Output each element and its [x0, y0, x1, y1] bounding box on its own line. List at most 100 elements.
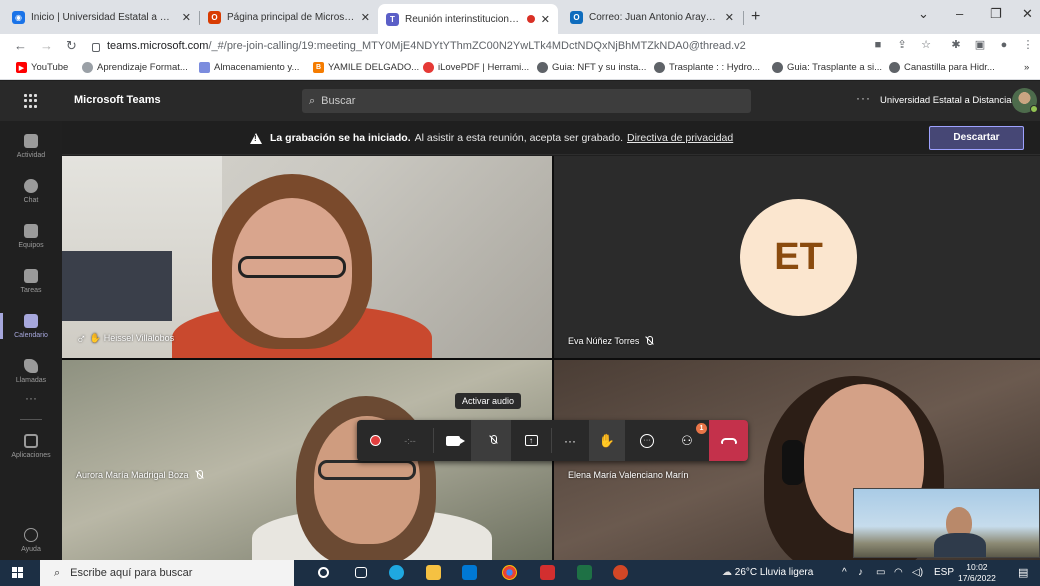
camera-icon — [446, 435, 465, 446]
rail-more-button[interactable]: ··· — [0, 373, 62, 423]
tab-correo[interactable]: O Correo: Juan Antonio Araya Sala ✕ — [562, 5, 742, 30]
search-input[interactable]: ⌕ Buscar — [302, 89, 751, 113]
bookmark-youtube[interactable]: ▶ YouTube — [16, 62, 68, 73]
bookmark-canastilla[interactable]: Canastilla para Hidr... — [889, 62, 995, 73]
headset — [782, 440, 804, 485]
notifications-icon[interactable]: ▤ — [1018, 566, 1028, 579]
close-tab-icon[interactable]: ✕ — [361, 11, 370, 24]
rail-item-actividad[interactable]: Actividad — [0, 121, 62, 171]
edge-icon[interactable] — [389, 565, 404, 580]
new-tab-button[interactable]: + — [751, 8, 760, 26]
chat-icon — [24, 178, 38, 193]
apps-icon — [24, 433, 38, 448]
share-screen-button[interactable]: ↑ — [513, 420, 549, 461]
bookmark-label: YouTube — [31, 62, 69, 73]
bookmarks-bar: ▶ YouTube Aprendizaje Format... Almacenam… — [0, 58, 1040, 80]
pdf-reader-icon[interactable] — [540, 565, 555, 580]
bookmark-nft[interactable]: Guia: NFT y su insta... — [537, 62, 646, 73]
share-icon[interactable]: ⇪ — [896, 39, 908, 51]
chat-button[interactable]: ··· — [629, 420, 665, 461]
more-actions-button[interactable]: ··· — [553, 420, 587, 461]
mail-icon[interactable] — [462, 565, 477, 580]
profile-icon[interactable]: ● — [998, 39, 1010, 51]
excel-icon[interactable] — [577, 565, 592, 580]
menu-dots-icon[interactable]: ⋮ — [1022, 39, 1034, 51]
forward-arrow-icon[interactable]: → — [40, 38, 53, 53]
avatar[interactable] — [1012, 88, 1038, 113]
taskbar-search-input[interactable]: ⌕ Escribe aquí para buscar — [40, 560, 294, 586]
more-bookmarks-button[interactable]: » — [1024, 62, 1029, 73]
rail-label: Ayuda — [21, 545, 41, 553]
record-icon — [369, 435, 381, 446]
chrome-icon[interactable] — [502, 565, 517, 580]
rail-item-tareas[interactable]: Tareas — [0, 256, 62, 306]
restore-button[interactable]: ❐ — [990, 6, 1002, 22]
avatar-initials: ET — [774, 236, 823, 278]
participant-name: Eva Núñez Torres — [568, 336, 640, 346]
organization-name[interactable]: Universidad Estatal a Distancia — [880, 95, 1011, 106]
side-panel-icon[interactable]: ▣ — [974, 39, 986, 51]
tab-office[interactable]: O Página principal de Microsoft Off ✕ — [200, 5, 378, 30]
windows-start-icon[interactable] — [12, 567, 23, 578]
self-video-preview[interactable] — [853, 488, 1040, 558]
close-tab-icon[interactable]: ✕ — [182, 11, 191, 24]
bookmark-star-icon[interactable]: ☆ — [920, 39, 932, 51]
network-icon[interactable]: ▭ — [876, 567, 885, 578]
tab-reunion[interactable]: T Reunión interinstitucional U ✕ — [378, 4, 558, 34]
teams-icon: T — [386, 12, 399, 26]
hang-up-button[interactable] — [709, 420, 748, 461]
banner-text: Al asistir a esta reunión, acepta ser gr… — [414, 132, 623, 144]
tab-inicio[interactable]: ◉ Inicio | Universidad Estatal a Dist ✕ — [4, 5, 199, 30]
wifi-icon[interactable]: ◠ — [894, 567, 903, 578]
camera-permission-icon[interactable]: ■ — [872, 39, 884, 51]
site-icon: B — [313, 62, 324, 73]
mic-toggle-button[interactable] — [471, 420, 511, 461]
rail-item-aplicaciones[interactable]: Aplicaciones — [0, 421, 62, 471]
bookmark-almacenamiento[interactable]: Almacenamiento y... — [199, 62, 299, 73]
rail-item-equipos[interactable]: Equipos — [0, 211, 62, 261]
powerpoint-icon[interactable] — [613, 565, 628, 580]
camera-button[interactable] — [435, 420, 471, 461]
app-launcher-icon[interactable] — [24, 94, 38, 108]
back-arrow-icon[interactable]: ← — [14, 38, 27, 53]
address-bar[interactable]: teams.microsoft.com/_#/pre-join-calling/… — [92, 35, 852, 57]
rail-item-chat[interactable]: Chat — [0, 166, 62, 216]
close-window-button[interactable]: ✕ — [1022, 6, 1033, 22]
taskbar-clock[interactable]: 10:02 17/6/2022 — [958, 562, 996, 584]
participant-video — [934, 533, 986, 557]
raise-hand-button[interactable]: ✋ — [589, 420, 625, 461]
minimize-button[interactable]: – — [956, 6, 963, 21]
weather-widget[interactable]: ☁ 26°C Lluvia ligera — [722, 567, 813, 578]
tray-chevron-icon[interactable]: ^ — [842, 567, 847, 578]
tab-search-icon[interactable]: ⌄ — [918, 6, 929, 22]
rail-item-calendario[interactable]: Calendario — [0, 301, 62, 351]
bookmark-yamile[interactable]: B YAMILE DELGADO... — [313, 62, 419, 73]
rail-item-ayuda[interactable]: Ayuda — [0, 515, 62, 565]
bookmark-trasplante-hydro[interactable]: Trasplante : : Hydro... — [654, 62, 760, 73]
volume-icon[interactable]: ◁) — [912, 567, 923, 578]
bookmark-trasplante-si[interactable]: Guia: Trasplante a si... — [772, 62, 882, 73]
participant-tile[interactable]: ♂ ✋ Heissel Villalobos — [62, 156, 552, 358]
lock-icon — [92, 42, 100, 52]
extensions-icon[interactable]: ✱ — [950, 39, 962, 51]
control-divider — [433, 428, 434, 453]
cortana-icon[interactable] — [318, 567, 329, 578]
participant-name: Aurora María Madrigal Boza — [76, 470, 189, 480]
close-tab-icon[interactable]: ✕ — [725, 11, 734, 24]
rail-label: Aplicaciones — [11, 451, 51, 459]
more-options-icon[interactable]: ··· — [856, 91, 871, 105]
microphone-tray-icon[interactable]: ♪ — [858, 567, 863, 578]
globe-icon — [772, 62, 783, 73]
chat-icon: ··· — [640, 433, 654, 448]
file-explorer-icon[interactable] — [426, 565, 441, 580]
help-icon — [24, 527, 38, 542]
dismiss-button[interactable]: Descartar — [929, 126, 1024, 150]
reload-icon[interactable]: ↻ — [66, 38, 77, 54]
participant-tile[interactable]: ET Eva Núñez Torres — [554, 156, 1040, 358]
bookmark-aprendizaje[interactable]: Aprendizaje Format... — [82, 62, 188, 73]
language-indicator[interactable]: ESP — [934, 567, 954, 578]
task-view-icon[interactable] — [355, 567, 367, 578]
privacy-policy-link[interactable]: Directiva de privacidad — [627, 132, 733, 144]
bookmark-ilovepdf[interactable]: iLovePDF | Herrami... — [423, 62, 529, 73]
close-tab-icon[interactable]: ✕ — [541, 13, 550, 26]
